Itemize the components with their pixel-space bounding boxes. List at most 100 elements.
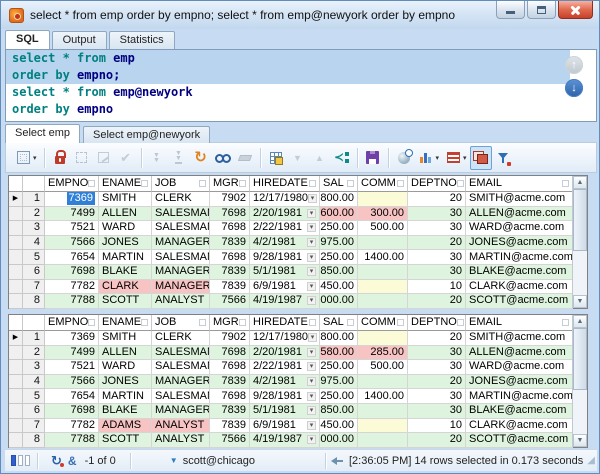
cell-deptno[interactable]: 10	[408, 419, 466, 434]
cell-empno[interactable]: 7369	[45, 192, 99, 207]
cell-deptno[interactable]: 30	[408, 389, 466, 404]
cell-mgr[interactable]: 7839	[210, 236, 250, 251]
row-number-cell[interactable]: 3	[23, 360, 45, 375]
column-header-ename[interactable]: ENAME	[99, 176, 152, 192]
row-number-cell[interactable]: 7	[23, 280, 45, 295]
cell-comm[interactable]	[358, 236, 408, 251]
cell-empno[interactable]: 7521	[45, 221, 99, 236]
column-options-box[interactable]	[88, 180, 95, 187]
date-dropdown-icon[interactable]: ▾	[307, 238, 316, 247]
filter-button[interactable]	[492, 146, 514, 170]
cell-ename[interactable]: JONES	[99, 236, 152, 251]
column-header-hiredate[interactable]: HIREDATE	[250, 315, 320, 331]
row-marker-cell[interactable]	[9, 236, 23, 251]
cell-sal[interactable]: 1600.00	[320, 207, 358, 222]
row-marker-cell[interactable]: ▶	[9, 331, 23, 346]
cell-deptno[interactable]: 20	[408, 294, 466, 309]
cell-deptno[interactable]: 20	[408, 192, 466, 207]
close-button[interactable]	[558, 1, 593, 19]
date-dropdown-icon[interactable]: ▾	[307, 209, 316, 218]
cell-empno[interactable]: 7782	[45, 419, 99, 434]
find-button[interactable]	[212, 146, 234, 170]
cell-deptno[interactable]: 30	[408, 250, 466, 265]
cell-job[interactable]: SALESMAN	[152, 360, 210, 375]
column-options-box[interactable]	[239, 180, 246, 187]
cell-sal[interactable]: 2450.00	[320, 280, 358, 295]
cell-comm[interactable]	[358, 192, 408, 207]
cell-sal[interactable]: 3000.00	[320, 294, 358, 309]
cell-email[interactable]: WARD@acme.com	[466, 360, 573, 375]
row-number-cell[interactable]: 6	[23, 265, 45, 280]
cell-ename[interactable]: ALLEN	[99, 207, 152, 222]
connection-caret-icon[interactable]: ▼	[170, 456, 178, 465]
row-marker-cell[interactable]	[9, 221, 23, 236]
column-options-box[interactable]	[397, 180, 404, 187]
cell-hiredate[interactable]: 9/28/1981▾	[250, 389, 320, 404]
cell-sal[interactable]: 1250.00	[320, 360, 358, 375]
column-header-deptno[interactable]: DEPTNO	[408, 176, 466, 192]
scrollbar-thumb[interactable]	[573, 189, 587, 251]
cell-mgr[interactable]: 7698	[210, 346, 250, 361]
column-options-box[interactable]	[457, 319, 464, 326]
cell-sal[interactable]: 2450.00	[320, 419, 358, 434]
row-number-cell[interactable]: 7	[23, 419, 45, 434]
date-dropdown-icon[interactable]: ▾	[307, 421, 316, 430]
refresh-status-icon[interactable]: ↻	[51, 454, 62, 468]
row-number-cell[interactable]: 1	[23, 192, 45, 207]
column-options-box[interactable]	[347, 319, 354, 326]
cell-hiredate[interactable]: 5/1/1981▾	[250, 265, 320, 280]
scrollbar-up-button[interactable]: ▲	[573, 315, 587, 328]
row-marker-cell[interactable]	[9, 419, 23, 434]
cell-email[interactable]: MARTIN@acme.com	[466, 389, 573, 404]
cell-empno[interactable]: 7521	[45, 360, 99, 375]
cell-email[interactable]: BLAKE@acme.com	[466, 404, 573, 419]
sql-line[interactable]: order by empno;	[6, 67, 570, 84]
titlebar[interactable]: select * from emp order by empno; select…	[1, 1, 599, 29]
column-header-comm[interactable]: COMM	[358, 315, 408, 331]
cell-empno[interactable]: 7369	[45, 331, 99, 346]
date-dropdown-icon[interactable]: ▾	[307, 253, 316, 262]
cell-empno[interactable]: 7698	[45, 404, 99, 419]
cell-ename[interactable]: SMITH	[99, 331, 152, 346]
cell-empno[interactable]: 7788	[45, 433, 99, 448]
sql-line[interactable]: order by empno	[6, 101, 596, 118]
save-button[interactable]	[362, 146, 384, 170]
column-header-sal[interactable]: SAL	[320, 176, 358, 192]
cell-hiredate[interactable]: 9/28/1981▾	[250, 250, 320, 265]
cell-empno[interactable]: 7654	[45, 250, 99, 265]
cell-empno[interactable]: 7788	[45, 294, 99, 309]
tab-output[interactable]: Output	[52, 31, 107, 49]
cell-mgr[interactable]: 7839	[210, 419, 250, 434]
cell-email[interactable]: SCOTT@acme.com	[466, 294, 573, 309]
date-dropdown-icon[interactable]: ▾	[307, 267, 316, 276]
column-options-box[interactable]	[141, 319, 148, 326]
cell-deptno[interactable]: 20	[408, 433, 466, 448]
cell-email[interactable]: ALLEN@acme.com	[466, 207, 573, 222]
cell-job[interactable]: MANAGER	[152, 375, 210, 390]
cell-ename[interactable]: BLAKE	[99, 265, 152, 280]
cell-hiredate[interactable]: 4/19/1987▾	[250, 294, 320, 309]
post-changes-button[interactable]: ✔	[115, 146, 137, 170]
cell-hiredate[interactable]: 4/2/1981▾	[250, 236, 320, 251]
date-dropdown-icon[interactable]: ▾	[307, 348, 316, 357]
column-header-job[interactable]: JOB	[152, 176, 210, 192]
cell-comm[interactable]: 1400.00	[358, 389, 408, 404]
column-header-deptno[interactable]: DEPTNO	[408, 315, 466, 331]
cell-empno[interactable]: 7654	[45, 389, 99, 404]
cell-mgr[interactable]: 7839	[210, 404, 250, 419]
cell-job[interactable]: SALESMAN	[152, 389, 210, 404]
cell-job[interactable]: SALESMAN	[152, 346, 210, 361]
cell-empno[interactable]: 7566	[45, 236, 99, 251]
cell-deptno[interactable]: 20	[408, 236, 466, 251]
cell-ename[interactable]: ALLEN	[99, 346, 152, 361]
cell-mgr[interactable]: 7902	[210, 192, 250, 207]
cell-comm[interactable]	[358, 433, 408, 448]
row-marker-cell[interactable]	[9, 360, 23, 375]
column-header-email[interactable]: EMAIL	[466, 176, 573, 192]
column-options-box[interactable]	[397, 319, 404, 326]
fetch-next-button[interactable]	[146, 146, 168, 170]
cell-hiredate[interactable]: 2/22/1981▾	[250, 360, 320, 375]
cell-email[interactable]: JONES@acme.com	[466, 236, 573, 251]
column-options-box[interactable]	[199, 180, 206, 187]
tab-statistics[interactable]: Statistics	[109, 31, 175, 49]
